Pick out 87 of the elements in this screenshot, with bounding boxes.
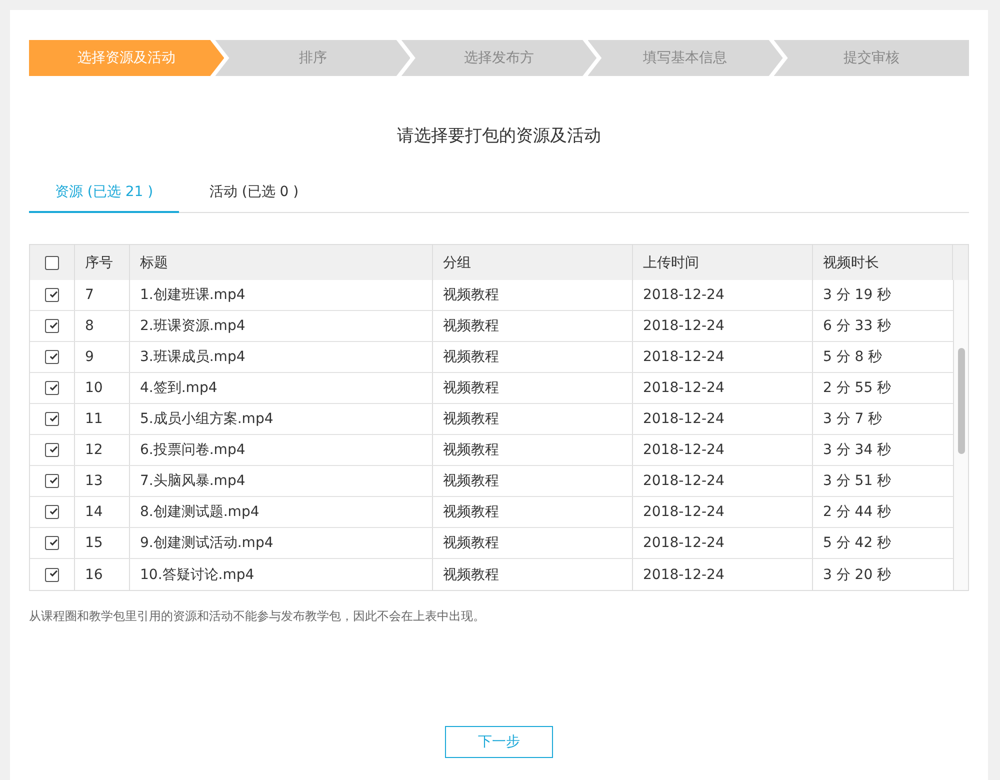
table-cell: 视频教程 bbox=[432, 466, 632, 496]
column-header: 序号 bbox=[74, 245, 129, 280]
table-cell: 1.创建班课.mp4 bbox=[129, 280, 432, 310]
table-cell: 8 bbox=[74, 311, 129, 341]
checkbox[interactable] bbox=[45, 505, 59, 519]
step-tab[interactable]: 选择发布方 bbox=[401, 40, 597, 76]
check-icon bbox=[49, 412, 58, 424]
table-cell: 3 分 34 秒 bbox=[812, 435, 952, 465]
check-icon bbox=[49, 506, 58, 516]
step-tab[interactable]: 填写基本信息 bbox=[588, 40, 783, 76]
table-cell: 3 分 19 秒 bbox=[812, 280, 952, 310]
next-button[interactable]: 下一步 bbox=[445, 726, 553, 758]
table-cell: 6.投票问卷.mp4 bbox=[129, 435, 432, 465]
table-cell: 视频教程 bbox=[432, 528, 632, 558]
checkbox[interactable] bbox=[45, 288, 59, 302]
table-cell: 7.头脑风暴.mp4 bbox=[129, 466, 432, 496]
column-header: 视频时长 bbox=[812, 245, 952, 280]
table-cell: 4.签到.mp4 bbox=[129, 373, 432, 403]
checkbox[interactable] bbox=[45, 412, 59, 426]
checkbox[interactable] bbox=[45, 536, 59, 550]
table-cell: 5.成员小组方案.mp4 bbox=[129, 404, 432, 434]
table-cell: 6 分 33 秒 bbox=[812, 311, 952, 341]
check-icon bbox=[49, 350, 58, 362]
table-cell: 2018-12-24 bbox=[632, 342, 812, 372]
tab[interactable]: 资源 (已选 21 ) bbox=[29, 173, 179, 213]
table-cell: 视频教程 bbox=[432, 497, 632, 527]
column-header: 上传时间 bbox=[632, 245, 812, 280]
table-cell: 2018-12-24 bbox=[632, 466, 812, 496]
table-cell: 2018-12-24 bbox=[632, 280, 812, 310]
check-icon bbox=[49, 536, 58, 548]
check-icon bbox=[49, 288, 58, 300]
table-cell: 2018-12-24 bbox=[632, 311, 812, 341]
checkbox[interactable] bbox=[45, 474, 59, 488]
table-cell: 9.创建测试活动.mp4 bbox=[129, 528, 432, 558]
table-cell: 视频教程 bbox=[432, 373, 632, 403]
table-cell: 2 分 55 秒 bbox=[812, 373, 952, 403]
table-cell: 3 分 51 秒 bbox=[812, 466, 952, 496]
table-cell: 10 bbox=[74, 373, 129, 403]
check-icon bbox=[49, 382, 58, 392]
note-text: 从课程圈和教学包里引用的资源和活动不能参与发布教学包，因此不会在上表中出现。 bbox=[29, 608, 486, 625]
table-cell: 14 bbox=[74, 497, 129, 527]
checkbox[interactable] bbox=[45, 350, 59, 364]
checkbox[interactable] bbox=[45, 568, 59, 582]
table-cell: 15 bbox=[74, 528, 129, 558]
table-cell: 视频教程 bbox=[432, 404, 632, 434]
table-cell: 视频教程 bbox=[432, 559, 632, 590]
table-cell: 2018-12-24 bbox=[632, 559, 812, 590]
table-cell: 11 bbox=[74, 404, 129, 434]
column-header: 分组 bbox=[432, 245, 632, 280]
table-cell: 3.班课成员.mp4 bbox=[129, 342, 432, 372]
table-cell: 2018-12-24 bbox=[632, 404, 812, 434]
table-cell: 5 分 42 秒 bbox=[812, 528, 952, 558]
check-icon bbox=[49, 568, 58, 579]
table-cell: 13 bbox=[74, 466, 129, 496]
page-heading: 请选择要打包的资源及活动 bbox=[396, 125, 602, 147]
check-icon bbox=[49, 444, 58, 454]
step-tab[interactable]: 排序 bbox=[215, 40, 410, 76]
table-cell: 视频教程 bbox=[432, 280, 632, 310]
table-cell: 8.创建测试题.mp4 bbox=[129, 497, 432, 527]
checkbox[interactable] bbox=[45, 319, 59, 333]
table-cell: 视频教程 bbox=[432, 311, 632, 341]
checkbox[interactable] bbox=[45, 256, 59, 270]
step-tab[interactable]: 选择资源及活动 bbox=[29, 40, 224, 76]
table-cell: 10.答疑讨论.mp4 bbox=[129, 559, 432, 590]
table-cell: 3 分 20 秒 bbox=[812, 559, 952, 590]
table-cell: 7 bbox=[74, 280, 129, 310]
table-cell: 2018-12-24 bbox=[632, 373, 812, 403]
table-cell: 2018-12-24 bbox=[632, 497, 812, 527]
table-cell: 2018-12-24 bbox=[632, 435, 812, 465]
scrollbar[interactable] bbox=[953, 280, 968, 590]
table-cell: 12 bbox=[74, 435, 129, 465]
table-cell: 视频教程 bbox=[432, 435, 632, 465]
table-cell: 5 分 8 秒 bbox=[812, 342, 952, 372]
table-cell: 视频教程 bbox=[432, 342, 632, 372]
check-icon bbox=[49, 474, 58, 486]
table-cell: 3 分 7 秒 bbox=[812, 404, 952, 434]
check-icon bbox=[49, 320, 58, 330]
table-cell: 9 bbox=[74, 342, 129, 372]
table-cell: 2.班课资源.mp4 bbox=[129, 311, 432, 341]
checkbox[interactable] bbox=[45, 443, 59, 457]
column-header: 标题 bbox=[129, 245, 432, 280]
tab[interactable]: 活动 (已选 0 ) bbox=[179, 173, 329, 213]
table-cell: 16 bbox=[74, 559, 129, 590]
checkbox[interactable] bbox=[45, 381, 59, 395]
table-cell: 2 分 44 秒 bbox=[812, 497, 952, 527]
step-tab[interactable]: 提交审核 bbox=[774, 40, 970, 76]
table-cell: 2018-12-24 bbox=[632, 528, 812, 558]
